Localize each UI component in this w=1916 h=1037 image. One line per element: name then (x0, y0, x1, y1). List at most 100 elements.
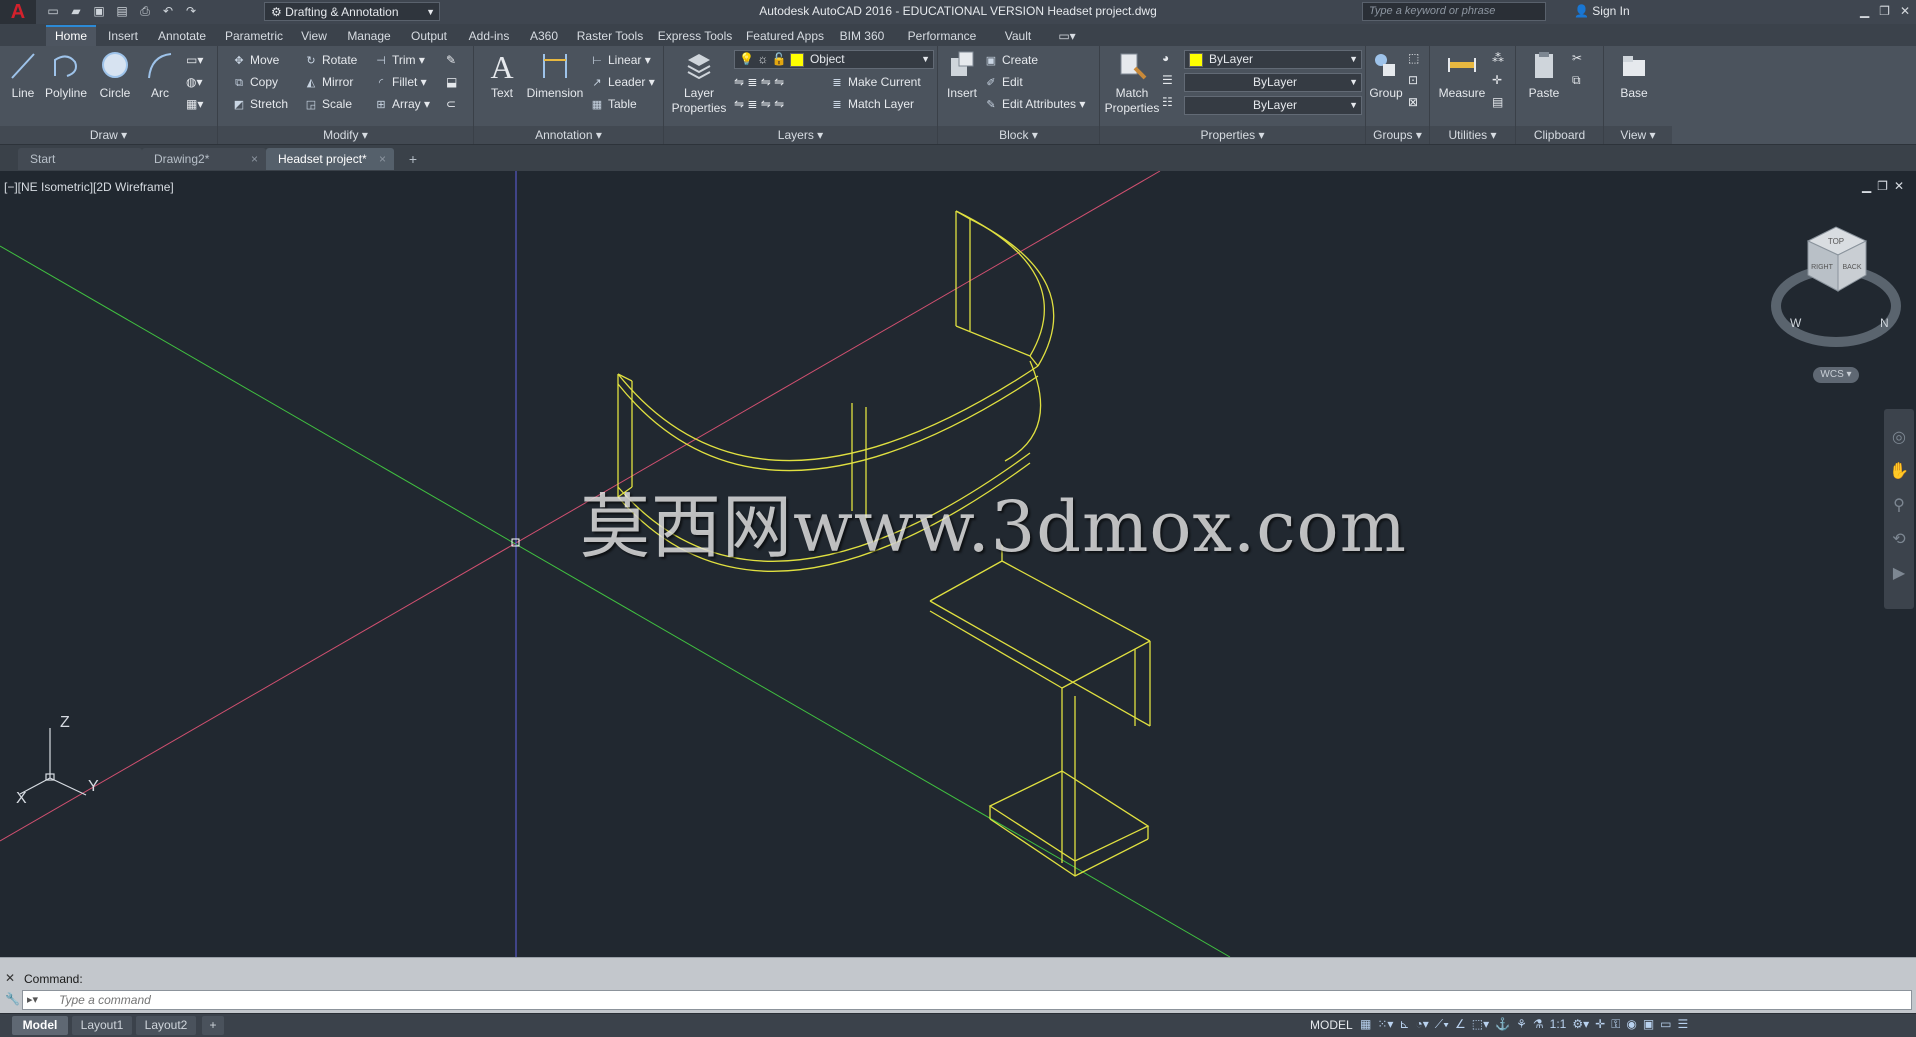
new-tab-button[interactable]: + (404, 151, 422, 167)
erase-icon[interactable]: ✎ (446, 50, 456, 70)
tab-output[interactable]: Output (402, 27, 456, 46)
minimize-icon[interactable]: ▁ (1860, 0, 1869, 22)
layer-tools-row-1[interactable]: ⇋ ≣ ⇋ ⇋ (734, 72, 784, 92)
draw-panel-title[interactable]: Draw ▾ (0, 126, 217, 144)
tab-layout2[interactable]: Layout2 (136, 1016, 196, 1035)
layer-tools-row-2[interactable]: ⇋ ≣ ⇋ ⇋ (734, 94, 784, 114)
doc-tab-headset-project[interactable]: Headset project* × (266, 148, 394, 170)
tab-layout1[interactable]: Layout1 (72, 1016, 132, 1035)
tab-annotate[interactable]: Annotate (150, 27, 214, 46)
ungroup-icon[interactable]: ⬚ (1408, 48, 1419, 68)
grid-icon[interactable]: ▦ (1360, 1017, 1371, 1032)
search-input[interactable]: Type a keyword or phrase (1362, 2, 1546, 21)
tab-model[interactable]: Model (12, 1016, 68, 1035)
object-snap-tracking-icon[interactable]: ∠ (1455, 1017, 1466, 1032)
zoom-icon[interactable]: ⚲ (1884, 489, 1914, 523)
tab-home[interactable]: Home (46, 25, 96, 46)
make-current-button[interactable]: ≣ Make Current (830, 72, 920, 92)
tab-express-tools[interactable]: Express Tools (654, 27, 736, 46)
ribbon-options-icon[interactable]: ▭▾ (1052, 27, 1082, 46)
copy-clip-icon[interactable]: ⧉ (1572, 70, 1581, 90)
group-select-icon[interactable]: ⊠ (1408, 92, 1418, 112)
model-space-label[interactable]: MODEL (1310, 1018, 1353, 1032)
restore-icon[interactable]: ❐ (1877, 179, 1894, 193)
scale-button[interactable]: ◲ Scale (304, 94, 352, 114)
restore-icon[interactable]: ❐ (1879, 0, 1890, 22)
polyline-button[interactable]: Polyline (44, 48, 88, 101)
command-input[interactable] (59, 991, 1899, 1009)
insert-button[interactable]: Insert (942, 48, 982, 101)
isodraft-icon[interactable]: ⟋▾ (1435, 1017, 1449, 1032)
wrench-icon[interactable]: 🔧 (5, 992, 20, 1006)
block-panel-title[interactable]: Block ▾ (938, 126, 1099, 144)
viewcube-top-label[interactable]: TOP (1828, 237, 1844, 246)
tab-featured-apps[interactable]: Featured Apps (742, 27, 828, 46)
doc-tab-start[interactable]: Start (18, 148, 142, 170)
layers-panel-title[interactable]: Layers ▾ (664, 126, 937, 144)
ortho-icon[interactable]: ⊾ (1399, 1017, 1409, 1032)
tab-a360[interactable]: A360 (522, 27, 566, 46)
match-layer-button[interactable]: ≣ Match Layer (830, 94, 914, 114)
explode-icon[interactable]: ⬓ (446, 72, 457, 92)
base-button[interactable]: Base (1614, 48, 1654, 101)
move-button[interactable]: ✥ Move (232, 50, 279, 70)
annotation-scale-value[interactable]: 1:1 (1550, 1017, 1567, 1032)
tab-raster-tools[interactable]: Raster Tools (572, 27, 648, 46)
tab-view[interactable]: View (294, 27, 334, 46)
calculator-icon[interactable]: ▤ (1492, 92, 1503, 112)
isolate-objects-icon[interactable]: ◉ (1626, 1017, 1636, 1032)
hatch-icon[interactable]: ◍▾ (186, 72, 203, 92)
navigation-bar[interactable]: ◎ ✋ ⚲ ⟲ ▶ (1884, 409, 1914, 609)
linear-button[interactable]: ⊢ Linear ▾ (590, 50, 651, 70)
arc-button[interactable]: Arc (142, 48, 178, 101)
color-dropdown[interactable]: ByLayer ▼ (1184, 50, 1362, 69)
dimension-button[interactable]: Dimension (524, 48, 586, 101)
tab-parametric[interactable]: Parametric (218, 27, 290, 46)
tab-performance[interactable]: Performance (896, 27, 988, 46)
annotation-panel-title[interactable]: Annotation ▾ (474, 126, 663, 144)
close-icon[interactable]: ✕ (5, 971, 15, 985)
close-icon[interactable]: ✕ (1900, 0, 1910, 22)
view-panel-title[interactable]: View ▾ (1604, 126, 1672, 144)
snap-icon[interactable]: ⁙▾ (1377, 1017, 1393, 1032)
pan-icon[interactable]: ✋ (1884, 455, 1914, 489)
gear-icon[interactable]: ⚙▾ (1572, 1017, 1589, 1032)
trim-button[interactable]: ⊣ Trim ▾ (374, 50, 425, 70)
tab-insert[interactable]: Insert (100, 27, 146, 46)
cut-icon[interactable]: ✂ (1572, 48, 1582, 68)
annotation-scale-icon[interactable]: ⚗ (1533, 1017, 1544, 1032)
layer-dropdown[interactable]: 💡 ☼ 🔓 Object ▼ (734, 50, 934, 69)
quick-select-icon[interactable]: ⁂ (1492, 48, 1504, 68)
properties-panel-title[interactable]: Properties ▾ (1100, 126, 1365, 144)
tab-vault[interactable]: Vault (994, 27, 1042, 46)
minimize-icon[interactable]: ▁ (1862, 179, 1877, 193)
clean-screen-icon[interactable]: ▭ (1660, 1017, 1671, 1032)
edit-attributes-button[interactable]: ✎ Edit Attributes ▾ (984, 94, 1085, 114)
close-icon[interactable]: × (251, 148, 258, 170)
table-button[interactable]: ▦ Table (590, 94, 637, 114)
create-block-button[interactable]: ▣ Create (984, 50, 1038, 70)
auto-scale-icon[interactable]: ⚘ (1516, 1017, 1527, 1032)
boundary-icon[interactable]: ▦▾ (186, 94, 203, 114)
lineweight-dropdown[interactable]: ByLayer ▼ (1184, 96, 1362, 115)
hardware-acceleration-icon[interactable]: ▣ (1643, 1017, 1654, 1032)
edit-block-button[interactable]: ✐ Edit (984, 72, 1022, 92)
tab-bim-360[interactable]: BIM 360 (834, 27, 890, 46)
offset-icon[interactable]: ⊂ (446, 94, 456, 114)
polar-icon[interactable]: ◔▾ (1415, 1017, 1428, 1032)
mirror-button[interactable]: ◭ Mirror (304, 72, 354, 92)
customization-icon[interactable]: ☰ (1678, 1017, 1689, 1032)
plus-icon[interactable]: ✛ (1595, 1017, 1605, 1032)
doc-tab-drawing2[interactable]: Drawing2* × (142, 148, 266, 170)
tab-manage[interactable]: Manage (340, 27, 398, 46)
copy-button[interactable]: ⧉ Copy (232, 72, 278, 92)
object-snap-icon[interactable]: ⬚▾ (1472, 1017, 1489, 1032)
modify-panel-title[interactable]: Modify ▾ (218, 126, 473, 144)
viewcube[interactable]: TOP RIGHT BACK W N (1771, 226, 1901, 347)
viewport-controls-label[interactable]: [−][NE Isometric][2D Wireframe] (4, 180, 174, 194)
text-button[interactable]: A Text (482, 48, 522, 101)
group-edit-icon[interactable]: ⊡ (1408, 70, 1418, 90)
viewcube-right-label[interactable]: RIGHT (1811, 264, 1834, 271)
annotation-visibility-icon[interactable]: ⚓ (1495, 1017, 1510, 1032)
stretch-button[interactable]: ◩ Stretch (232, 94, 288, 114)
